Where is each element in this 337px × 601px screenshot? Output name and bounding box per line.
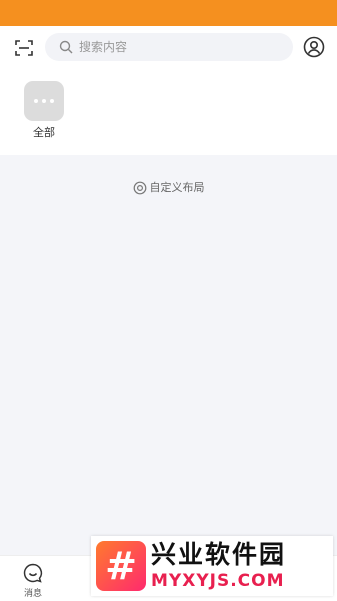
watermark-logo-glyph: # — [105, 544, 137, 588]
search-icon — [59, 40, 73, 54]
search-input[interactable]: 搜索内容 — [45, 33, 293, 61]
tab-messages[interactable]: 消息 — [15, 562, 51, 599]
scan-button[interactable] — [12, 36, 36, 60]
profile-button[interactable] — [302, 35, 326, 59]
status-bar — [0, 0, 337, 26]
app-item-all[interactable]: 全部 — [18, 81, 70, 140]
message-icon — [23, 563, 43, 583]
customize-layout-link[interactable]: 自定义布局 — [0, 181, 337, 195]
top-bar: 搜索内容 — [0, 26, 337, 70]
main-content: 自定义布局 — [0, 155, 337, 555]
scan-icon — [15, 40, 33, 56]
watermark-url: MYXYJS.COM — [151, 571, 285, 591]
watermark-title: 兴业软件园 — [151, 540, 287, 569]
search-placeholder: 搜索内容 — [79, 40, 128, 54]
user-circle-icon — [303, 36, 325, 58]
app-item-label: 全部 — [33, 126, 55, 139]
settings-icon — [133, 181, 146, 195]
watermark-logo-icon: # — [96, 541, 146, 591]
app-grid: 全部 — [0, 70, 337, 155]
watermark-banner: # 兴业软件园 MYXYJS.COM — [91, 536, 333, 596]
tab-label: 消息 — [23, 589, 42, 599]
more-dots-icon — [24, 81, 64, 121]
customize-label: 自定义布局 — [149, 181, 205, 194]
